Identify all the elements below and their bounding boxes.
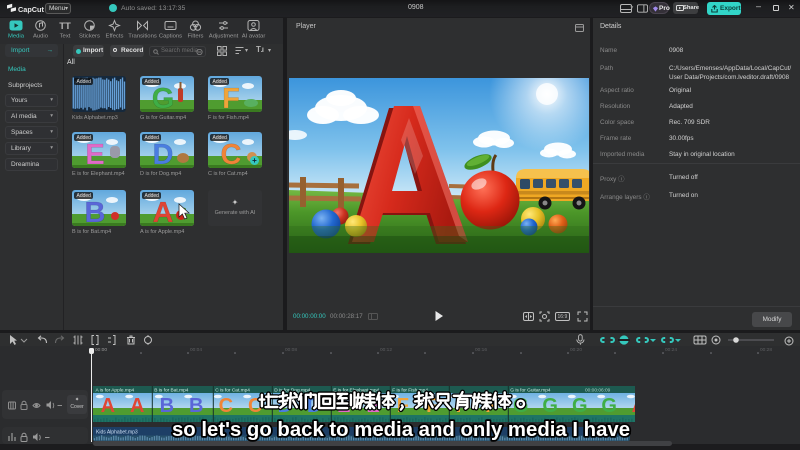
svg-text:so let's go back to media and: so let's go back to media and only media… — [172, 418, 630, 441]
